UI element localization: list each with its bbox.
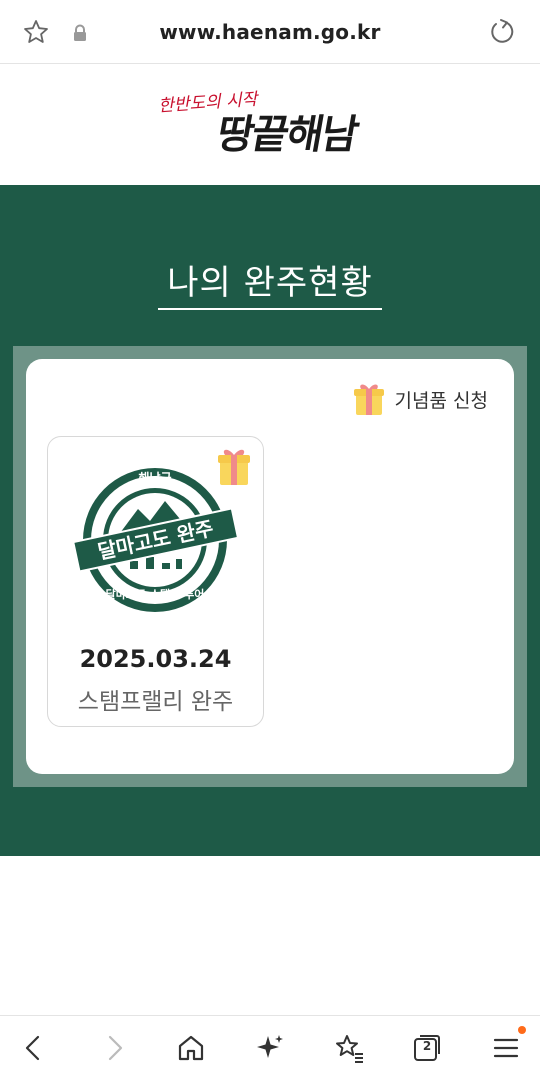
- gift-request-label: 기념품 신청: [394, 389, 488, 412]
- tabs-button[interactable]: 2: [411, 1032, 443, 1064]
- title-underline: [158, 308, 382, 310]
- completion-stamp-badge: 달마고도 완주 해남군 달마고도 스탬프 투어: [72, 468, 240, 612]
- home-icon: [178, 1035, 204, 1061]
- logo-wordmark: 땅끝해남: [213, 111, 361, 158]
- ai-assistant-button[interactable]: [254, 1032, 286, 1064]
- sparkle-icon: [257, 1035, 283, 1058]
- url-text[interactable]: www.haenam.go.kr: [0, 20, 540, 44]
- forward-icon: [108, 1035, 123, 1061]
- bookmarks-button[interactable]: [333, 1032, 365, 1064]
- page-title: 나의 완주현황: [167, 263, 373, 303]
- tab-count: 2: [422, 1039, 432, 1053]
- home-button[interactable]: [175, 1032, 207, 1064]
- notification-dot: [518, 1026, 526, 1034]
- forward-button[interactable]: [98, 1032, 130, 1064]
- stamp-top-text: 해남군: [138, 470, 171, 485]
- completion-card: 기념품 신청 달마고도 완주 해남군 달마고도 스탬프 투어 2025.03.2…: [26, 359, 514, 774]
- back-icon: [25, 1035, 40, 1061]
- completion-section: 나의 완주현황 기념품 신청 달마고도 완주 해남군 달마고도 스탬프 투어 2…: [0, 185, 540, 856]
- stamp-bottom-text: 달마고도 스탬프 투어: [106, 587, 205, 601]
- gift-request-button[interactable]: 기념품 신청: [353, 381, 488, 417]
- reload-icon[interactable]: [488, 18, 516, 46]
- browser-bottom-nav: 2: [0, 1015, 540, 1080]
- menu-icon: [493, 1038, 519, 1058]
- card-frame: 기념품 신청 달마고도 완주 해남군 달마고도 스탬프 투어 2025.03.2…: [13, 346, 527, 787]
- back-button[interactable]: [18, 1032, 50, 1064]
- bookmarks-icon: [336, 1035, 363, 1063]
- site-logo[interactable]: 한반도의 시작 땅끝해남: [0, 64, 540, 185]
- stamp-card[interactable]: 달마고도 완주 해남군 달마고도 스탬프 투어 2025.03.24 스탬프랠리…: [47, 436, 264, 727]
- stamp-label: 스탬프랠리 완주: [77, 689, 234, 715]
- menu-button[interactable]: [490, 1026, 526, 1064]
- browser-address-bar: www.haenam.go.kr: [0, 0, 540, 64]
- gift-icon: [353, 384, 384, 415]
- stamp-date: 2025.03.24: [79, 645, 232, 673]
